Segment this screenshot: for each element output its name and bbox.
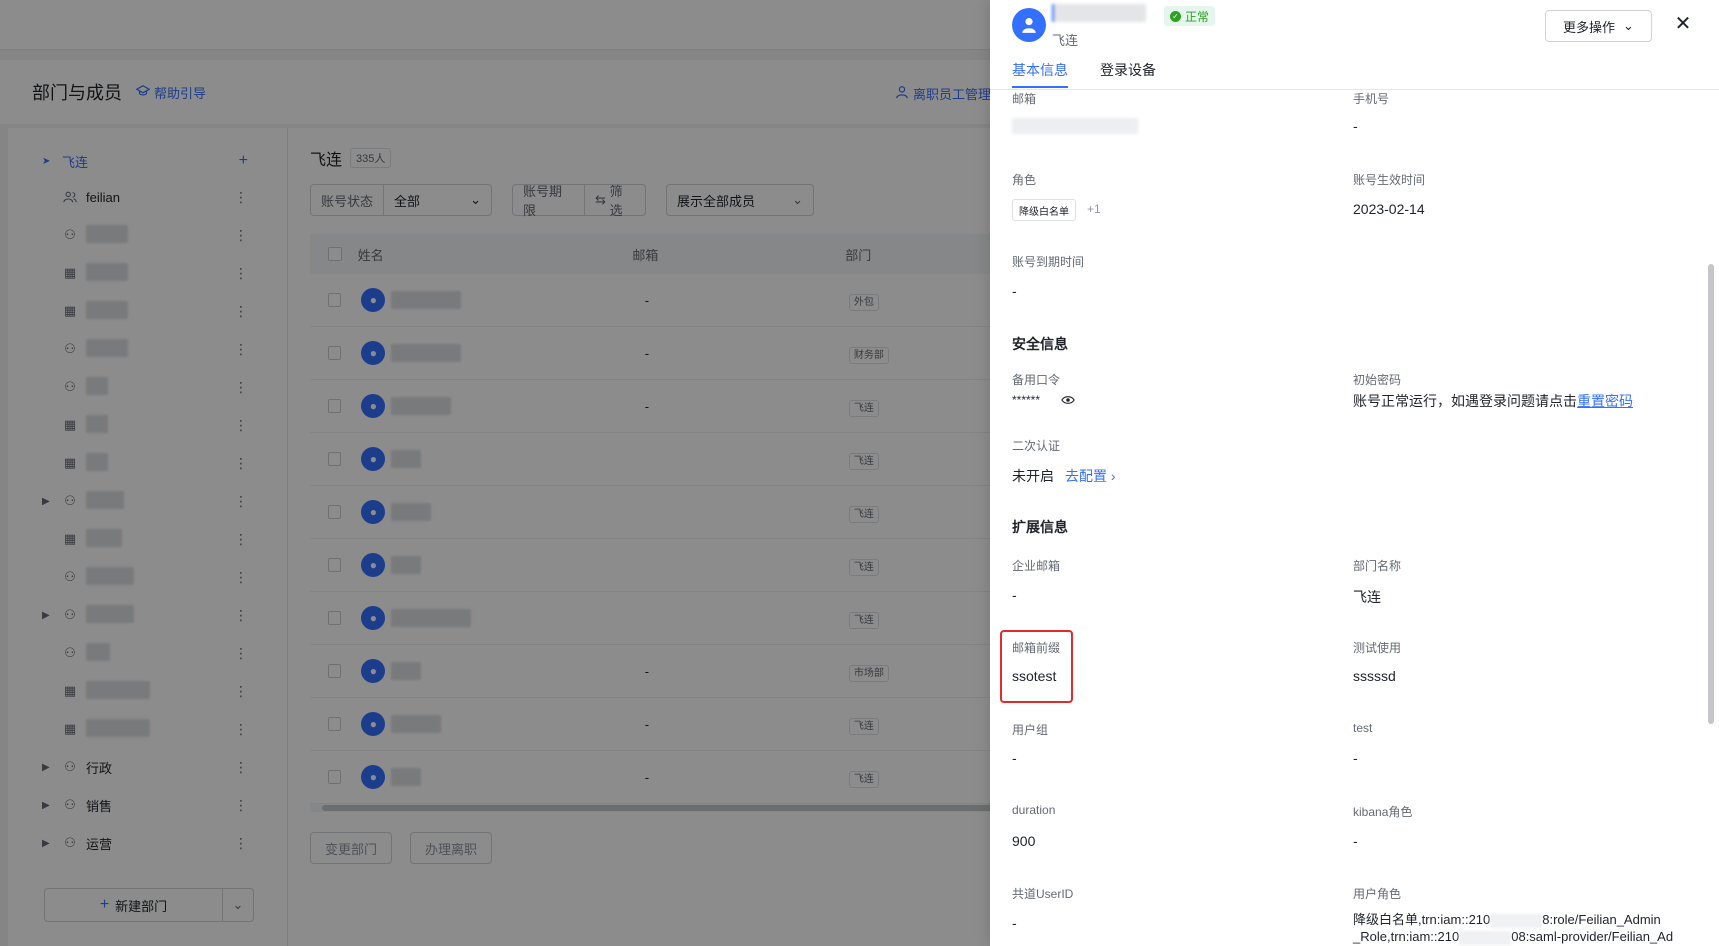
status-text: 正常 [1185, 9, 1210, 24]
test-use-label: 测试使用 [1353, 641, 1402, 655]
init-password-info: 账号正常运行，如遇登录问题请点击重置密码 [1353, 391, 1633, 411]
extended-section-title: 扩展信息 [1012, 519, 1068, 535]
corp-email-label: 企业邮箱 [1012, 559, 1061, 573]
chevron-right-icon: › [1110, 468, 1116, 484]
security-section-title: 安全信息 [1012, 336, 1068, 352]
effective-time-value: 2023-02-14 [1353, 201, 1425, 217]
expire-time-label: 账号到期时间 [1012, 255, 1085, 269]
phone-value: - [1353, 118, 1358, 134]
dept-name-value: 飞连 [1353, 589, 1381, 605]
tab-basic-info[interactable]: 基本信息 [1012, 60, 1068, 80]
kibana-role-value: - [1353, 833, 1358, 849]
tab-login-devices[interactable]: 登录设备 [1100, 60, 1156, 80]
redacted-segment [1490, 913, 1543, 928]
dept-name-label: 部门名称 [1353, 559, 1402, 573]
duration-value: 900 [1012, 833, 1036, 849]
user-icon [1022, 18, 1036, 33]
shared-uid-label: 共道UserID [1012, 887, 1074, 901]
user-org: 飞连 [1052, 33, 1079, 48]
expire-time-value: - [1012, 283, 1017, 299]
reset-password-link[interactable]: 重置密码 [1577, 393, 1633, 409]
email-prefix-label: 邮箱前缀 [1012, 641, 1061, 655]
user-name-redacted [1052, 4, 1146, 22]
role-more-count[interactable]: +1 [1087, 202, 1101, 216]
close-icon[interactable]: ✕ [1673, 14, 1693, 34]
duration-label: duration [1012, 803, 1056, 817]
phone-label: 手机号 [1353, 92, 1390, 106]
email-value-redacted [1012, 118, 1138, 134]
role-tag: 降级白名单 [1012, 199, 1076, 221]
test-label: test [1353, 721, 1373, 735]
effective-time-label: 账号生效时间 [1353, 173, 1426, 187]
user-group-value: - [1012, 750, 1017, 766]
more-actions-button[interactable]: 更多操作 ⌄ [1545, 10, 1652, 42]
user-role-line-2: _Role,trn:iam::210 08:saml-provider/Feili… [1353, 929, 1674, 945]
init-password-label: 初始密码 [1353, 373, 1402, 387]
status-badge: ✓ 正常 [1164, 6, 1216, 26]
check-icon: ✓ [1170, 10, 1181, 22]
configure-link-label: 去配置 [1065, 468, 1107, 484]
chevron-down-icon: ⌄ [1623, 18, 1634, 33]
eye-icon[interactable] [1060, 393, 1076, 407]
active-tab-indicator [1012, 86, 1068, 88]
test-use-value: sssssd [1353, 668, 1396, 684]
member-detail-drawer: ✓ 正常 飞连 更多操作 ⌄ ✕ 基本信息 登录设备 邮箱 手机号 - 角色 降… [990, 0, 1719, 946]
vertical-scrollbar[interactable] [1708, 264, 1714, 724]
backup-code-value: ****** [1012, 393, 1041, 407]
modal-overlay[interactable] [0, 0, 990, 946]
kibana-role-label: kibana角色 [1353, 805, 1413, 819]
configure-link[interactable]: 去配置 › [1065, 466, 1116, 486]
more-actions-label: 更多操作 [1563, 19, 1616, 35]
corp-email-value: - [1012, 587, 1017, 603]
test-value: - [1353, 750, 1358, 766]
avatar [1012, 8, 1046, 42]
email-label: 邮箱 [1012, 92, 1037, 106]
user-role-label: 用户角色 [1353, 887, 1402, 901]
email-prefix-value: ssotest [1012, 668, 1057, 684]
user-group-label: 用户组 [1012, 723, 1049, 737]
twofa-label: 二次认证 [1012, 439, 1061, 453]
user-role-line-1: 降级白名单,trn:iam::210 8:role/Feilian_Admin [1353, 912, 1661, 928]
drawer-header: ✓ 正常 飞连 更多操作 ⌄ ✕ 基本信息 登录设备 [990, 0, 1719, 90]
shared-uid-value: - [1012, 915, 1017, 931]
init-password-text: 账号正常运行，如遇登录问题请点击 [1353, 393, 1577, 409]
twofa-value: 未开启 [1012, 468, 1054, 484]
redacted-segment [1459, 930, 1512, 945]
role-label: 角色 [1012, 173, 1037, 187]
backup-code-label: 备用口令 [1012, 373, 1061, 387]
